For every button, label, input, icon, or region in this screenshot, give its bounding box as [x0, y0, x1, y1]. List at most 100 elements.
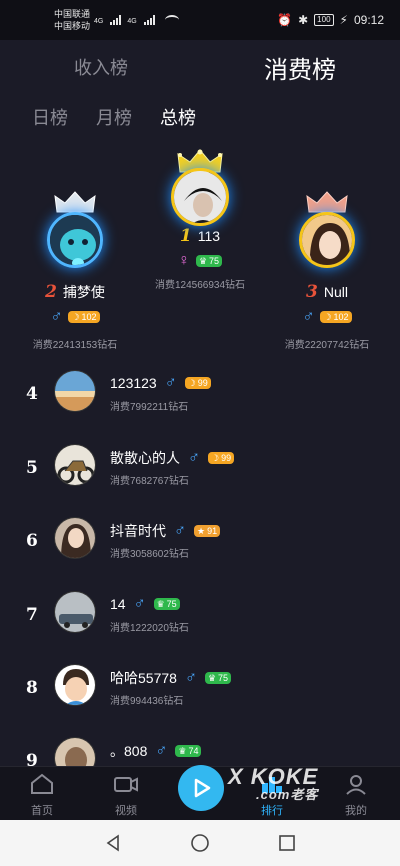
- rank-number: 1: [179, 226, 192, 246]
- female-icon: ♀: [177, 252, 190, 269]
- male-icon: ♂: [133, 595, 146, 612]
- nav-me[interactable]: 我的: [326, 773, 386, 818]
- period-tabs: 日榜 月榜 总榜: [32, 104, 196, 130]
- tab-monthly[interactable]: 月榜: [96, 104, 132, 130]
- signal-indicators: 4G 4G: [94, 15, 179, 25]
- avatar-second[interactable]: [47, 212, 103, 268]
- level-badge: ☽ 102: [320, 311, 352, 323]
- spent-amount: 消费1222020钻石: [110, 623, 189, 634]
- level-badge: ♛ 75: [195, 255, 223, 267]
- rank-number: 5: [26, 458, 38, 478]
- tab-spending[interactable]: 消费榜: [264, 50, 336, 85]
- rank-number: 6: [26, 531, 38, 551]
- status-bar: 中国联通 中国移动 4G 4G ⏰ ✱ 100 ⚡ 09:12: [0, 0, 400, 40]
- spent-amount: 消费7992211钻石: [110, 402, 189, 413]
- avatar[interactable]: [54, 370, 96, 412]
- level-badge: ♛ 75: [153, 598, 180, 610]
- carrier-2: 中国移动: [54, 21, 91, 31]
- play-button[interactable]: [178, 765, 224, 811]
- level-badge: ☽ 99: [208, 452, 235, 464]
- video-camera-icon: [114, 777, 138, 792]
- level-badge: ★ 91: [194, 525, 221, 537]
- silver-crown-icon: [54, 191, 96, 213]
- list-item[interactable]: 6 抖音时代 ♂ ★ 91 消费3058602钻石: [0, 517, 400, 577]
- rank-number: 8: [26, 678, 38, 698]
- level-badge: ♛ 74: [175, 745, 202, 757]
- avatar[interactable]: [54, 517, 96, 559]
- list-item[interactable]: 4 123123 ♂ ☽ 99 消费7992211钻石: [0, 370, 400, 430]
- user-name: 。808: [110, 743, 148, 759]
- podium-first[interactable]: 1 113 ♀ ♛ 75 消费124566934钻石: [120, 148, 280, 291]
- user-name: 哈哈55778: [110, 670, 177, 686]
- podium-third[interactable]: 3 Null ♂ ☽ 102 消费22207742钻石: [262, 190, 392, 351]
- bronze-crown-icon: [306, 191, 348, 213]
- spent-amount: 消费124566934钻石: [154, 280, 246, 291]
- spent-amount: 消费3058602钻石: [110, 549, 189, 560]
- list-item[interactable]: 5 散散心的人 ♂ ☽ 99 消费7682767钻石: [0, 444, 400, 504]
- level-badge: ☽ 99: [184, 377, 211, 389]
- carrier-1: 中国联通: [54, 9, 91, 19]
- nav-home[interactable]: 首页: [12, 773, 72, 818]
- status-right: ⏰ ✱ 100 ⚡ 09:12: [277, 13, 384, 27]
- rank-number: 4: [26, 384, 38, 404]
- rank-number: 2: [45, 282, 57, 302]
- user-name: 抖音时代: [110, 523, 166, 539]
- avatar[interactable]: [54, 444, 96, 486]
- male-icon: ♂: [184, 669, 197, 686]
- rank-number: 9: [26, 751, 38, 766]
- user-name: 113: [197, 228, 221, 244]
- avatar[interactable]: [54, 737, 96, 766]
- tab-daily[interactable]: 日榜: [32, 104, 68, 130]
- spent-amount: 消费994436钻石: [110, 696, 184, 707]
- spent-amount: 消费22413153钻石: [32, 340, 118, 351]
- avatar-first[interactable]: [171, 168, 229, 226]
- alarm-icon: ⏰: [277, 13, 293, 27]
- signal-icon-1: [110, 15, 122, 25]
- system-nav-bar: [0, 820, 400, 866]
- wifi-icon: [164, 15, 179, 25]
- recents-icon[interactable]: [278, 834, 296, 852]
- male-icon: ♂: [155, 742, 168, 759]
- male-icon: ♂: [302, 308, 315, 325]
- nav-video[interactable]: 视频: [96, 773, 156, 818]
- podium-second[interactable]: 2 捕梦使 ♂ ☽ 102 消费22413153钻石: [10, 190, 140, 351]
- user-icon: [346, 775, 366, 795]
- signal-icon-2: [143, 15, 155, 25]
- play-icon: [194, 778, 211, 798]
- male-icon: ♂: [188, 449, 200, 466]
- user-name: 14: [110, 596, 126, 612]
- spent-amount: 消费22207742钻石: [284, 340, 370, 351]
- male-icon: ♂: [174, 522, 186, 539]
- back-icon[interactable]: [104, 834, 122, 852]
- avatar-third[interactable]: [299, 212, 355, 268]
- network-type-1: 4G: [94, 18, 104, 25]
- level-badge: ☽ 102: [68, 311, 100, 323]
- clock: 09:12: [353, 13, 384, 27]
- avatar[interactable]: [54, 664, 96, 706]
- rank-number: 3: [306, 282, 318, 302]
- user-name: 123123: [110, 375, 157, 391]
- battery-icon: 100: [314, 14, 334, 26]
- level-badge: ♛ 75: [204, 672, 232, 684]
- list-item[interactable]: 8 哈哈55778 ♂ ♛ 75 消费994436钻石: [0, 664, 400, 724]
- male-icon: ♂: [164, 374, 177, 391]
- avatar[interactable]: [54, 591, 96, 633]
- bluetooth-icon: ✱: [298, 13, 309, 27]
- list-item[interactable]: 7 14 ♂ ♛ 75 消费1222020钻石: [0, 591, 400, 651]
- bottom-tab-bar: 首页 视频 排行 我的: [0, 765, 400, 820]
- tab-total[interactable]: 总榜: [160, 104, 196, 130]
- spent-amount: 消费7682767钻石: [110, 476, 189, 487]
- home-icon: [31, 773, 53, 794]
- user-name: 捕梦使: [62, 284, 105, 300]
- watermark-logo: X KOKE .com老客: [228, 764, 319, 802]
- home-circle-icon[interactable]: [190, 833, 210, 853]
- carrier-labels: 中国联通 中国移动: [54, 8, 90, 32]
- user-name: Null: [323, 284, 348, 300]
- charging-icon: ⚡: [339, 13, 348, 27]
- list-item[interactable]: 9 。808 ♂ ♛ 74: [0, 737, 400, 766]
- top-tabs: 收入榜 消费榜: [0, 44, 400, 88]
- network-type-2: 4G: [127, 18, 137, 25]
- tab-income[interactable]: 收入榜: [74, 54, 128, 80]
- user-name: 散散心的人: [110, 450, 180, 466]
- male-icon: ♂: [50, 308, 63, 325]
